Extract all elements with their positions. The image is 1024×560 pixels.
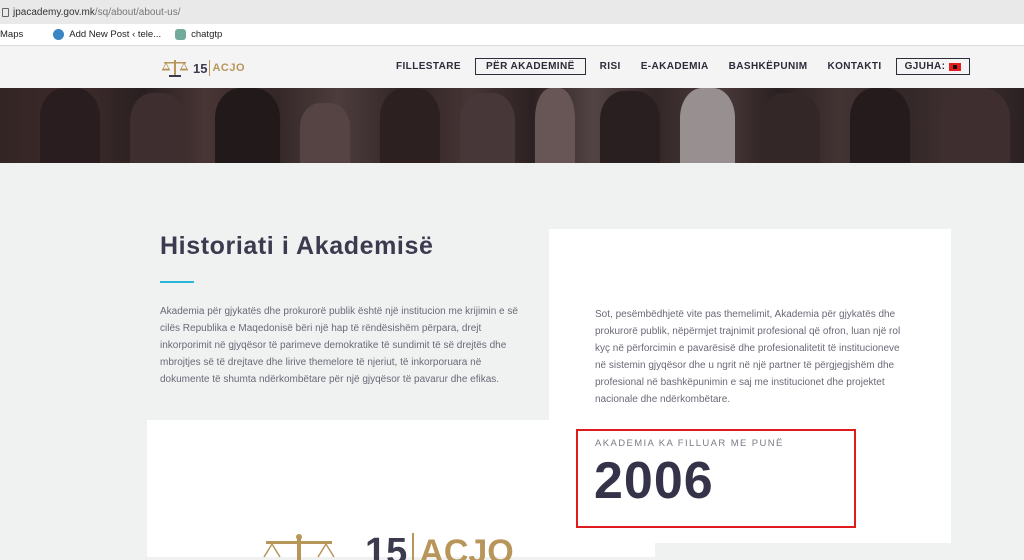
large-logo-number: 15 <box>365 533 408 560</box>
scales-of-justice-icon <box>162 60 188 77</box>
large-logo: 15 ACJO <box>258 530 514 560</box>
bookmark-add-new-post[interactable]: Add New Post ‹ tele... <box>53 29 161 40</box>
bookmark-label: chatgtp <box>191 29 223 40</box>
nav-bashkepunim[interactable]: BASHKËPUNIM <box>723 58 814 75</box>
site-logo[interactable]: 15 ACJO <box>160 57 245 79</box>
history-paragraph-right: Sot, pesëmbëdhjetë vite pas themelimit, … <box>595 309 901 405</box>
large-logo-divider <box>412 533 415 560</box>
url-text[interactable]: jpacademy.gov.mk/sq/about/about-us/ <box>13 7 181 18</box>
wordpress-icon <box>53 29 65 40</box>
chatgpt-icon <box>175 29 187 40</box>
bookmark-maps[interactable]: Maps <box>0 29 23 40</box>
lock-icon <box>2 7 9 17</box>
site-header: 15 ACJO FILLESTARE PËR AKADEMINË RISI E-… <box>0 47 1024 88</box>
browser-url-bar[interactable]: jpacademy.gov.mk/sq/about/about-us/ <box>0 0 1024 24</box>
logo-divider <box>209 60 211 76</box>
albania-flag-icon <box>949 62 962 71</box>
bookmarks-bar: Maps Add New Post ‹ tele... chatgtp <box>0 24 1024 46</box>
history-paragraph-left: Akademia për gjykatës dhe prokurorë publ… <box>160 306 518 385</box>
hero-overlay <box>0 88 1024 163</box>
nav-per-akademine[interactable]: PËR AKADEMINË <box>474 58 586 75</box>
large-logo-text: ACJO <box>419 533 514 560</box>
scales-of-justice-icon <box>263 534 335 560</box>
logo-text: ACJO <box>212 62 246 74</box>
title-accent-line <box>160 281 194 283</box>
nav-risi[interactable]: RISI <box>594 58 627 75</box>
nav-kontakti[interactable]: KONTAKTI <box>821 58 887 75</box>
hero-banner-photo <box>0 88 1024 163</box>
annotation-highlight-box <box>576 429 856 528</box>
main-nav: FILLESTARE PËR AKADEMINË RISI E-AKADEMIA… <box>390 58 971 75</box>
lower-right-strip <box>655 543 951 557</box>
language-selector[interactable]: GJUHA: <box>895 58 971 75</box>
page-title: Historiati i Akademisë <box>160 232 434 260</box>
nav-e-akademia[interactable]: E-AKADEMIA <box>635 58 715 75</box>
bookmark-label: Maps <box>0 29 24 40</box>
bookmark-label: Add New Post ‹ tele... <box>69 29 162 40</box>
logo-number: 15 <box>193 60 208 76</box>
bookmark-chatgtp[interactable]: chatgtp <box>175 29 222 40</box>
nav-fillestare[interactable]: FILLESTARE <box>390 58 467 75</box>
language-label: GJUHA: <box>904 61 946 72</box>
